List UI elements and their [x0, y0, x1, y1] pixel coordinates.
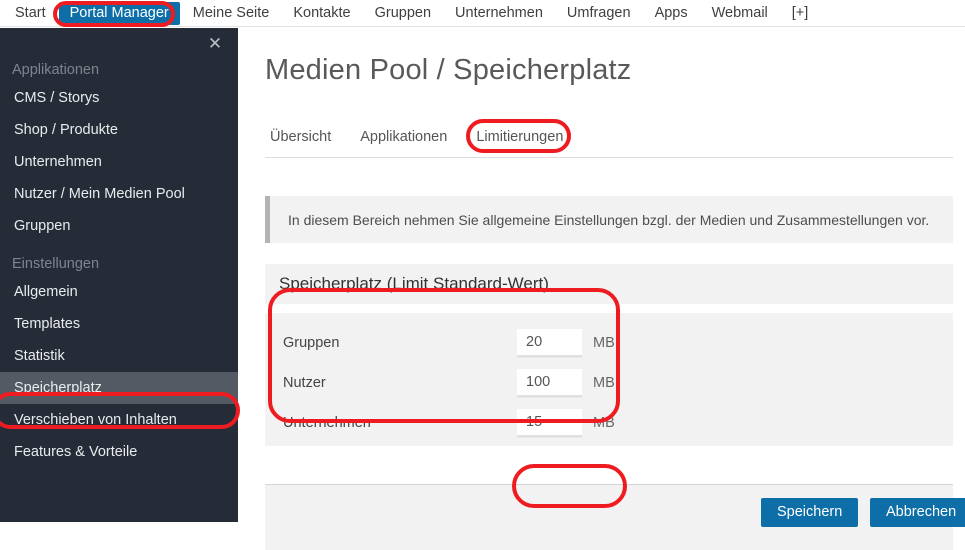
panel-header: Speicherplatz (Limit Standard-Wert) [265, 264, 953, 304]
sidebar-section-einstellungen: Einstellungen [12, 256, 100, 272]
nav-item-kontakte[interactable]: Kontakte [282, 2, 361, 25]
input-nutzer-limit[interactable] [517, 369, 582, 397]
tab-limitierungen[interactable]: Limitierungen [471, 127, 568, 153]
nav-item-gruppen[interactable]: Gruppen [364, 2, 442, 25]
form-row-gruppen: Gruppen MB [265, 323, 953, 363]
tab-applikationen[interactable]: Applikationen [355, 127, 452, 153]
input-unternehmen-limit[interactable] [517, 409, 582, 437]
sidebar-item-speicherplatz[interactable]: Speicherplatz [0, 372, 238, 404]
info-banner: In diesem Bereich nehmen Sie allgemeine … [265, 196, 953, 243]
sidebar-item-verschieben-von-inhalten[interactable]: Verschieben von Inhalten [0, 404, 238, 436]
label-nutzer: Nutzer [283, 375, 326, 391]
app-root: Start Portal Manager Meine Seite Kontakt… [0, 0, 965, 550]
nav-item-add-more[interactable]: [+] [781, 2, 820, 25]
sidebar-section-applikationen: Applikationen [12, 62, 100, 78]
unit-nutzer: MB [593, 375, 615, 391]
unit-unternehmen: MB [593, 415, 615, 431]
close-icon[interactable]: ✕ [204, 33, 226, 55]
sidebar-item-templates[interactable]: Templates [0, 308, 238, 340]
sidebar-item-cms-storys[interactable]: CMS / Storys [0, 82, 238, 114]
nav-item-umfragen[interactable]: Umfragen [556, 2, 642, 25]
tab-bar: Übersicht Applikationen Limitierungen [265, 127, 953, 158]
input-gruppen-limit[interactable] [517, 329, 582, 357]
nav-item-apps[interactable]: Apps [644, 2, 699, 25]
nav-item-webmail[interactable]: Webmail [701, 2, 779, 25]
form-row-unternehmen: Unternehmen MB [265, 403, 953, 443]
nav-item-start[interactable]: Start [4, 2, 57, 25]
form-row-nutzer: Nutzer MB [265, 363, 953, 403]
sidebar-item-nutzer-mein-medien-pool[interactable]: Nutzer / Mein Medien Pool [0, 178, 238, 210]
label-gruppen: Gruppen [283, 335, 340, 351]
save-button[interactable]: Speichern [761, 498, 859, 527]
info-banner-text: In diesem Bereich nehmen Sie allgemeine … [288, 211, 930, 228]
action-button-bar: Speichern Abbrechen [265, 485, 965, 550]
sidebar-item-allgemein[interactable]: Allgemein [0, 276, 238, 308]
sidebar-item-unternehmen[interactable]: Unternehmen [0, 146, 238, 178]
panel-title: Speicherplatz (Limit Standard-Wert) [279, 274, 549, 293]
top-navigation-bar: Start Portal Manager Meine Seite Kontakt… [0, 0, 965, 27]
sidebar-item-gruppen[interactable]: Gruppen [0, 210, 238, 242]
cancel-button[interactable]: Abbrechen [870, 498, 965, 527]
sidebar-item-statistik[interactable]: Statistik [0, 340, 238, 372]
page-title: Medien Pool / Speicherplatz [265, 54, 632, 86]
unit-gruppen: MB [593, 335, 615, 351]
label-unternehmen: Unternehmen [283, 415, 371, 431]
main-content: Medien Pool / Speicherplatz Übersicht Ap… [238, 28, 965, 550]
nav-item-unternehmen[interactable]: Unternehmen [444, 2, 554, 25]
nav-item-portal-manager[interactable]: Portal Manager [58, 1, 180, 25]
sidebar: ✕ Applikationen CMS / Storys Shop / Prod… [0, 28, 238, 522]
tab-uebersicht[interactable]: Übersicht [265, 127, 336, 153]
nav-item-meine-seite[interactable]: Meine Seite [182, 2, 281, 25]
sidebar-item-features-vorteile[interactable]: Features & Vorteile [0, 436, 238, 468]
storage-limits-form: Gruppen MB Nutzer MB Unternehmen MB [265, 313, 953, 446]
sidebar-item-shop-produkte[interactable]: Shop / Produkte [0, 114, 238, 146]
